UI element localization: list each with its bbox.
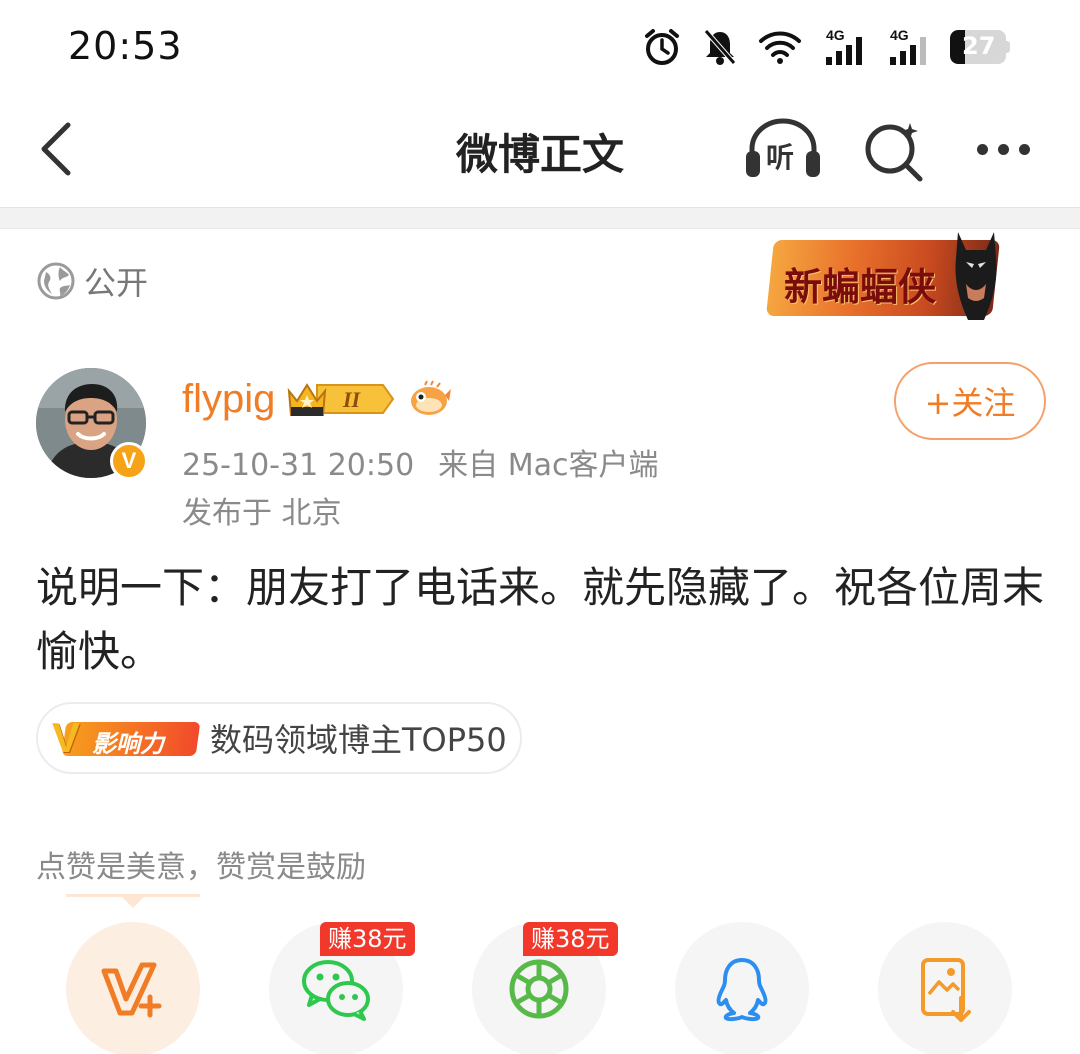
- battery-icon: 27: [950, 30, 1010, 64]
- headphones-icon: 听: [746, 118, 820, 177]
- verified-badge: V: [110, 442, 148, 480]
- post-location: 发布于 北京: [182, 496, 342, 531]
- share-qq-button[interactable]: [675, 922, 809, 1054]
- verified-mark: V: [121, 448, 137, 473]
- cellular-signal-2-icon: 4G: [890, 27, 926, 65]
- post-body: 说明一下：朋友打了电话来。就先隐藏了。祝各位周末愉快。: [36, 563, 1045, 676]
- save-image-button[interactable]: [878, 922, 1012, 1054]
- nav-bar: 微博正文 听: [0, 95, 1080, 207]
- battery-level: 27: [962, 32, 996, 60]
- follow-button[interactable]: +关注: [894, 362, 1046, 440]
- status-icons: 4G 4G 27: [642, 26, 1010, 68]
- pufferfish-badge-icon[interactable]: [407, 379, 452, 419]
- mute-bell-icon: [704, 29, 736, 65]
- reward-pointer: [66, 894, 200, 908]
- wechat-icon: [302, 960, 370, 1021]
- earn-badge: 赚38元: [320, 922, 415, 956]
- svg-text:4G: 4G: [890, 27, 909, 43]
- influence-logo-v: V: [52, 714, 81, 761]
- username[interactable]: flypig: [182, 377, 275, 422]
- listen-button[interactable]: 听: [742, 115, 824, 183]
- alarm-icon: [645, 29, 679, 65]
- status-bar: 20:53 4G 4G 27: [0, 0, 1080, 95]
- svg-text:II: II: [342, 387, 362, 412]
- save-image-icon: [921, 958, 971, 1022]
- more-dot-icon: [1018, 143, 1030, 155]
- more-dot-icon: [976, 143, 988, 155]
- cellular-signal-icon: 4G: [826, 27, 862, 65]
- batman-figure-icon: [955, 232, 997, 320]
- visibility-indicator: 公开: [36, 258, 148, 304]
- reward-icon: [101, 962, 162, 1018]
- share-row: 赚38元 赚38元: [0, 894, 1080, 1054]
- visibility-label: 公开: [84, 264, 149, 302]
- username-row: flypig II: [182, 372, 452, 426]
- search-button[interactable]: [858, 115, 930, 183]
- post-timestamp: 25-10-31 20:50: [182, 448, 415, 483]
- theme-badge[interactable]: 新蝙蝠侠: [762, 228, 1008, 324]
- earn-badge: 赚38元: [523, 922, 618, 956]
- section-divider: [0, 207, 1080, 229]
- reward-button[interactable]: [66, 922, 200, 1054]
- vip-crown-icon[interactable]: II: [287, 379, 395, 419]
- post-meta: 25-10-31 20:50 来自 Mac客户端: [182, 440, 658, 484]
- influence-label: 数码领域博主TOP50: [210, 721, 507, 759]
- more-dot-icon: [997, 143, 1009, 155]
- post-source: 来自 Mac客户端: [438, 448, 659, 483]
- reward-caption: 点赞是美意，赞赏是鼓励: [36, 850, 366, 885]
- wifi-icon: [759, 31, 801, 64]
- svg-text:4G: 4G: [826, 27, 845, 43]
- more-options-button[interactable]: [966, 115, 1040, 183]
- influence-logo-text: 影响力: [92, 730, 164, 758]
- globe-icon: [37, 262, 75, 300]
- influence-logo: V 影响力: [52, 714, 201, 761]
- qq-icon: [716, 958, 768, 1022]
- search-icon: [865, 123, 923, 182]
- status-time: 20:53: [68, 24, 183, 68]
- theme-badge-text: 新蝙蝠侠: [784, 265, 937, 309]
- influence-tag[interactable]: V 影响力 数码领域博主TOP50: [36, 702, 522, 774]
- moments-icon: [509, 959, 569, 1019]
- svg-text:听: 听: [766, 141, 794, 174]
